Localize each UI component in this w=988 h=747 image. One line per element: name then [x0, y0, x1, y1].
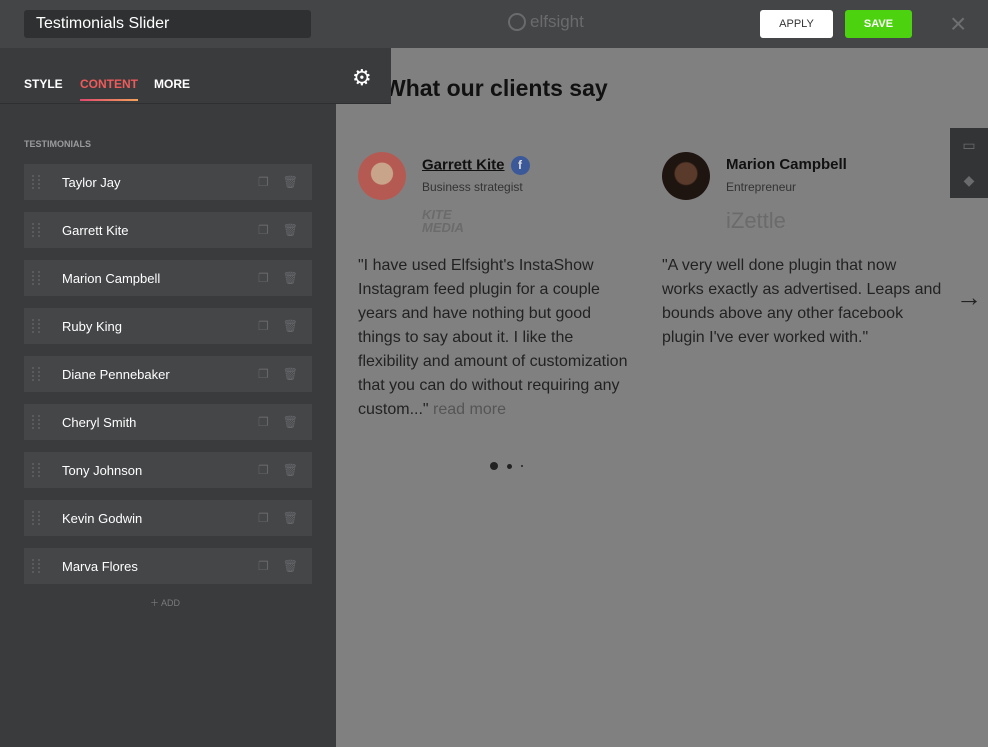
quote-text: "I have used Elfsight's InstaShow Instag… [358, 257, 628, 418]
trash-icon[interactable]: 🗑 [283, 175, 298, 189]
drag-handle-icon[interactable] [32, 223, 40, 237]
list-item[interactable]: Marion Campbell ❐ 🗑 [24, 260, 312, 296]
add-label: ADD [161, 598, 181, 608]
company-logo: KITE MEDIA [422, 207, 464, 235]
add-button[interactable]: ＋ ADD [150, 596, 180, 609]
preview-tools: ▭ ◆ [950, 128, 988, 198]
facebook-icon[interactable]: f [510, 156, 530, 175]
trash-icon[interactable]: 🗑 [283, 319, 298, 333]
pagination-dots [490, 462, 523, 470]
drag-handle-icon[interactable] [32, 559, 40, 573]
tabs: STYLE CONTENT MORE ⚙ [0, 48, 391, 104]
duplicate-icon[interactable]: ❐ [258, 559, 269, 573]
duplicate-icon[interactable]: ❐ [258, 463, 269, 477]
list-item[interactable]: Tony Johnson ❐ 🗑 [24, 452, 312, 488]
drag-handle-icon[interactable] [32, 415, 40, 429]
tab-more[interactable]: MORE [154, 77, 190, 91]
item-label: Marva Flores [62, 558, 138, 574]
trash-icon[interactable]: 🗑 [283, 223, 298, 237]
author-name: Marion Campbell [726, 156, 847, 173]
drag-handle-icon[interactable] [32, 175, 40, 189]
trash-icon[interactable]: 🗑 [283, 415, 298, 429]
company-logo: iZettle [726, 208, 786, 233]
elfsight-logo-icon [508, 13, 526, 31]
read-more-link[interactable]: read more [433, 401, 506, 418]
pagination-dot[interactable] [521, 465, 523, 467]
avatar [662, 152, 710, 200]
item-label: Ruby King [62, 318, 122, 334]
tab-style[interactable]: STYLE [24, 77, 63, 91]
save-button[interactable]: SAVE [845, 10, 912, 38]
author-name-text: Garrett Kite [422, 156, 505, 174]
trash-icon[interactable]: 🗑 [283, 367, 298, 381]
avatar [358, 152, 406, 200]
duplicate-icon[interactable]: ❐ [258, 175, 269, 189]
elfsight-logo: elfsight [508, 12, 584, 32]
widget-title-input[interactable]: Testimonials Slider [24, 10, 311, 38]
duplicate-icon[interactable]: ❐ [258, 271, 269, 285]
arrow-right-icon[interactable]: → [956, 282, 982, 313]
drag-handle-icon[interactable] [32, 271, 40, 285]
item-label: Tony Johnson [62, 462, 143, 478]
list-item[interactable]: Kevin Godwin ❐ 🗑 [24, 500, 312, 536]
item-label: Marion Campbell [62, 270, 161, 286]
item-label: Cheryl Smith [62, 414, 137, 430]
list-item[interactable]: Cheryl Smith ❐ 🗑 [24, 404, 312, 440]
pagination-dot-active[interactable] [490, 462, 498, 470]
paint-bucket-icon[interactable]: ◆ [950, 163, 988, 198]
list-item[interactable]: Marva Flores ❐ 🗑 [24, 548, 312, 584]
trash-icon[interactable]: 🗑 [283, 559, 298, 573]
duplicate-icon[interactable]: ❐ [258, 511, 269, 525]
list-item[interactable]: Taylor Jay ❐ 🗑 [24, 164, 312, 200]
logo-text: elfsight [530, 12, 584, 31]
drag-handle-icon[interactable] [32, 319, 40, 333]
testimonial-text: "A very well done plugin that now works … [662, 257, 942, 346]
duplicate-icon[interactable]: ❐ [258, 223, 269, 237]
item-label: Kevin Godwin [62, 510, 143, 526]
gear-icon[interactable]: ⚙ [352, 65, 372, 91]
pagination-dot[interactable] [507, 463, 512, 469]
list-item[interactable]: Diane Pennebaker ❐ 🗑 [24, 356, 312, 392]
trash-icon[interactable]: 🗑 [283, 463, 298, 477]
list-item[interactable]: Garrett Kite ❐ 🗑 [24, 212, 312, 248]
drag-handle-icon[interactable] [32, 367, 40, 381]
author-name[interactable]: Garrett Kite f [422, 156, 530, 175]
tab-content[interactable]: CONTENT [80, 77, 138, 101]
list-item[interactable]: Ruby King ❐ 🗑 [24, 308, 312, 344]
item-label: Garrett Kite [62, 222, 129, 238]
author-role: Entrepreneur [726, 180, 797, 194]
duplicate-icon[interactable]: ❐ [258, 415, 269, 429]
author-role: Business strategist [422, 180, 523, 194]
drag-handle-icon[interactable] [32, 511, 40, 525]
apply-button[interactable]: APPLY [760, 10, 833, 38]
trash-icon[interactable]: 🗑 [283, 271, 298, 285]
desktop-icon[interactable]: ▭ [950, 128, 988, 163]
sidebar: TESTIMONIALS Taylor Jay ❐ 🗑 Garrett Kite ❐ 🗑 M… [0, 48, 336, 747]
duplicate-icon[interactable]: ❐ [258, 319, 269, 333]
testimonial-text: "I have used Elfsight's InstaShow Instag… [358, 254, 638, 422]
top-bar: Testimonials Slider elfsight APPLY SAVE … [0, 0, 988, 48]
duplicate-icon[interactable]: ❐ [258, 367, 269, 381]
trash-icon[interactable]: 🗑 [283, 511, 298, 525]
section-label: TESTIMONIALS [24, 139, 91, 149]
close-icon[interactable]: × [950, 10, 966, 38]
drag-handle-icon[interactable] [32, 463, 40, 477]
item-label: Diane Pennebaker [62, 366, 170, 382]
widget-heading: What our clients say [384, 75, 608, 101]
item-label: Taylor Jay [62, 174, 121, 190]
